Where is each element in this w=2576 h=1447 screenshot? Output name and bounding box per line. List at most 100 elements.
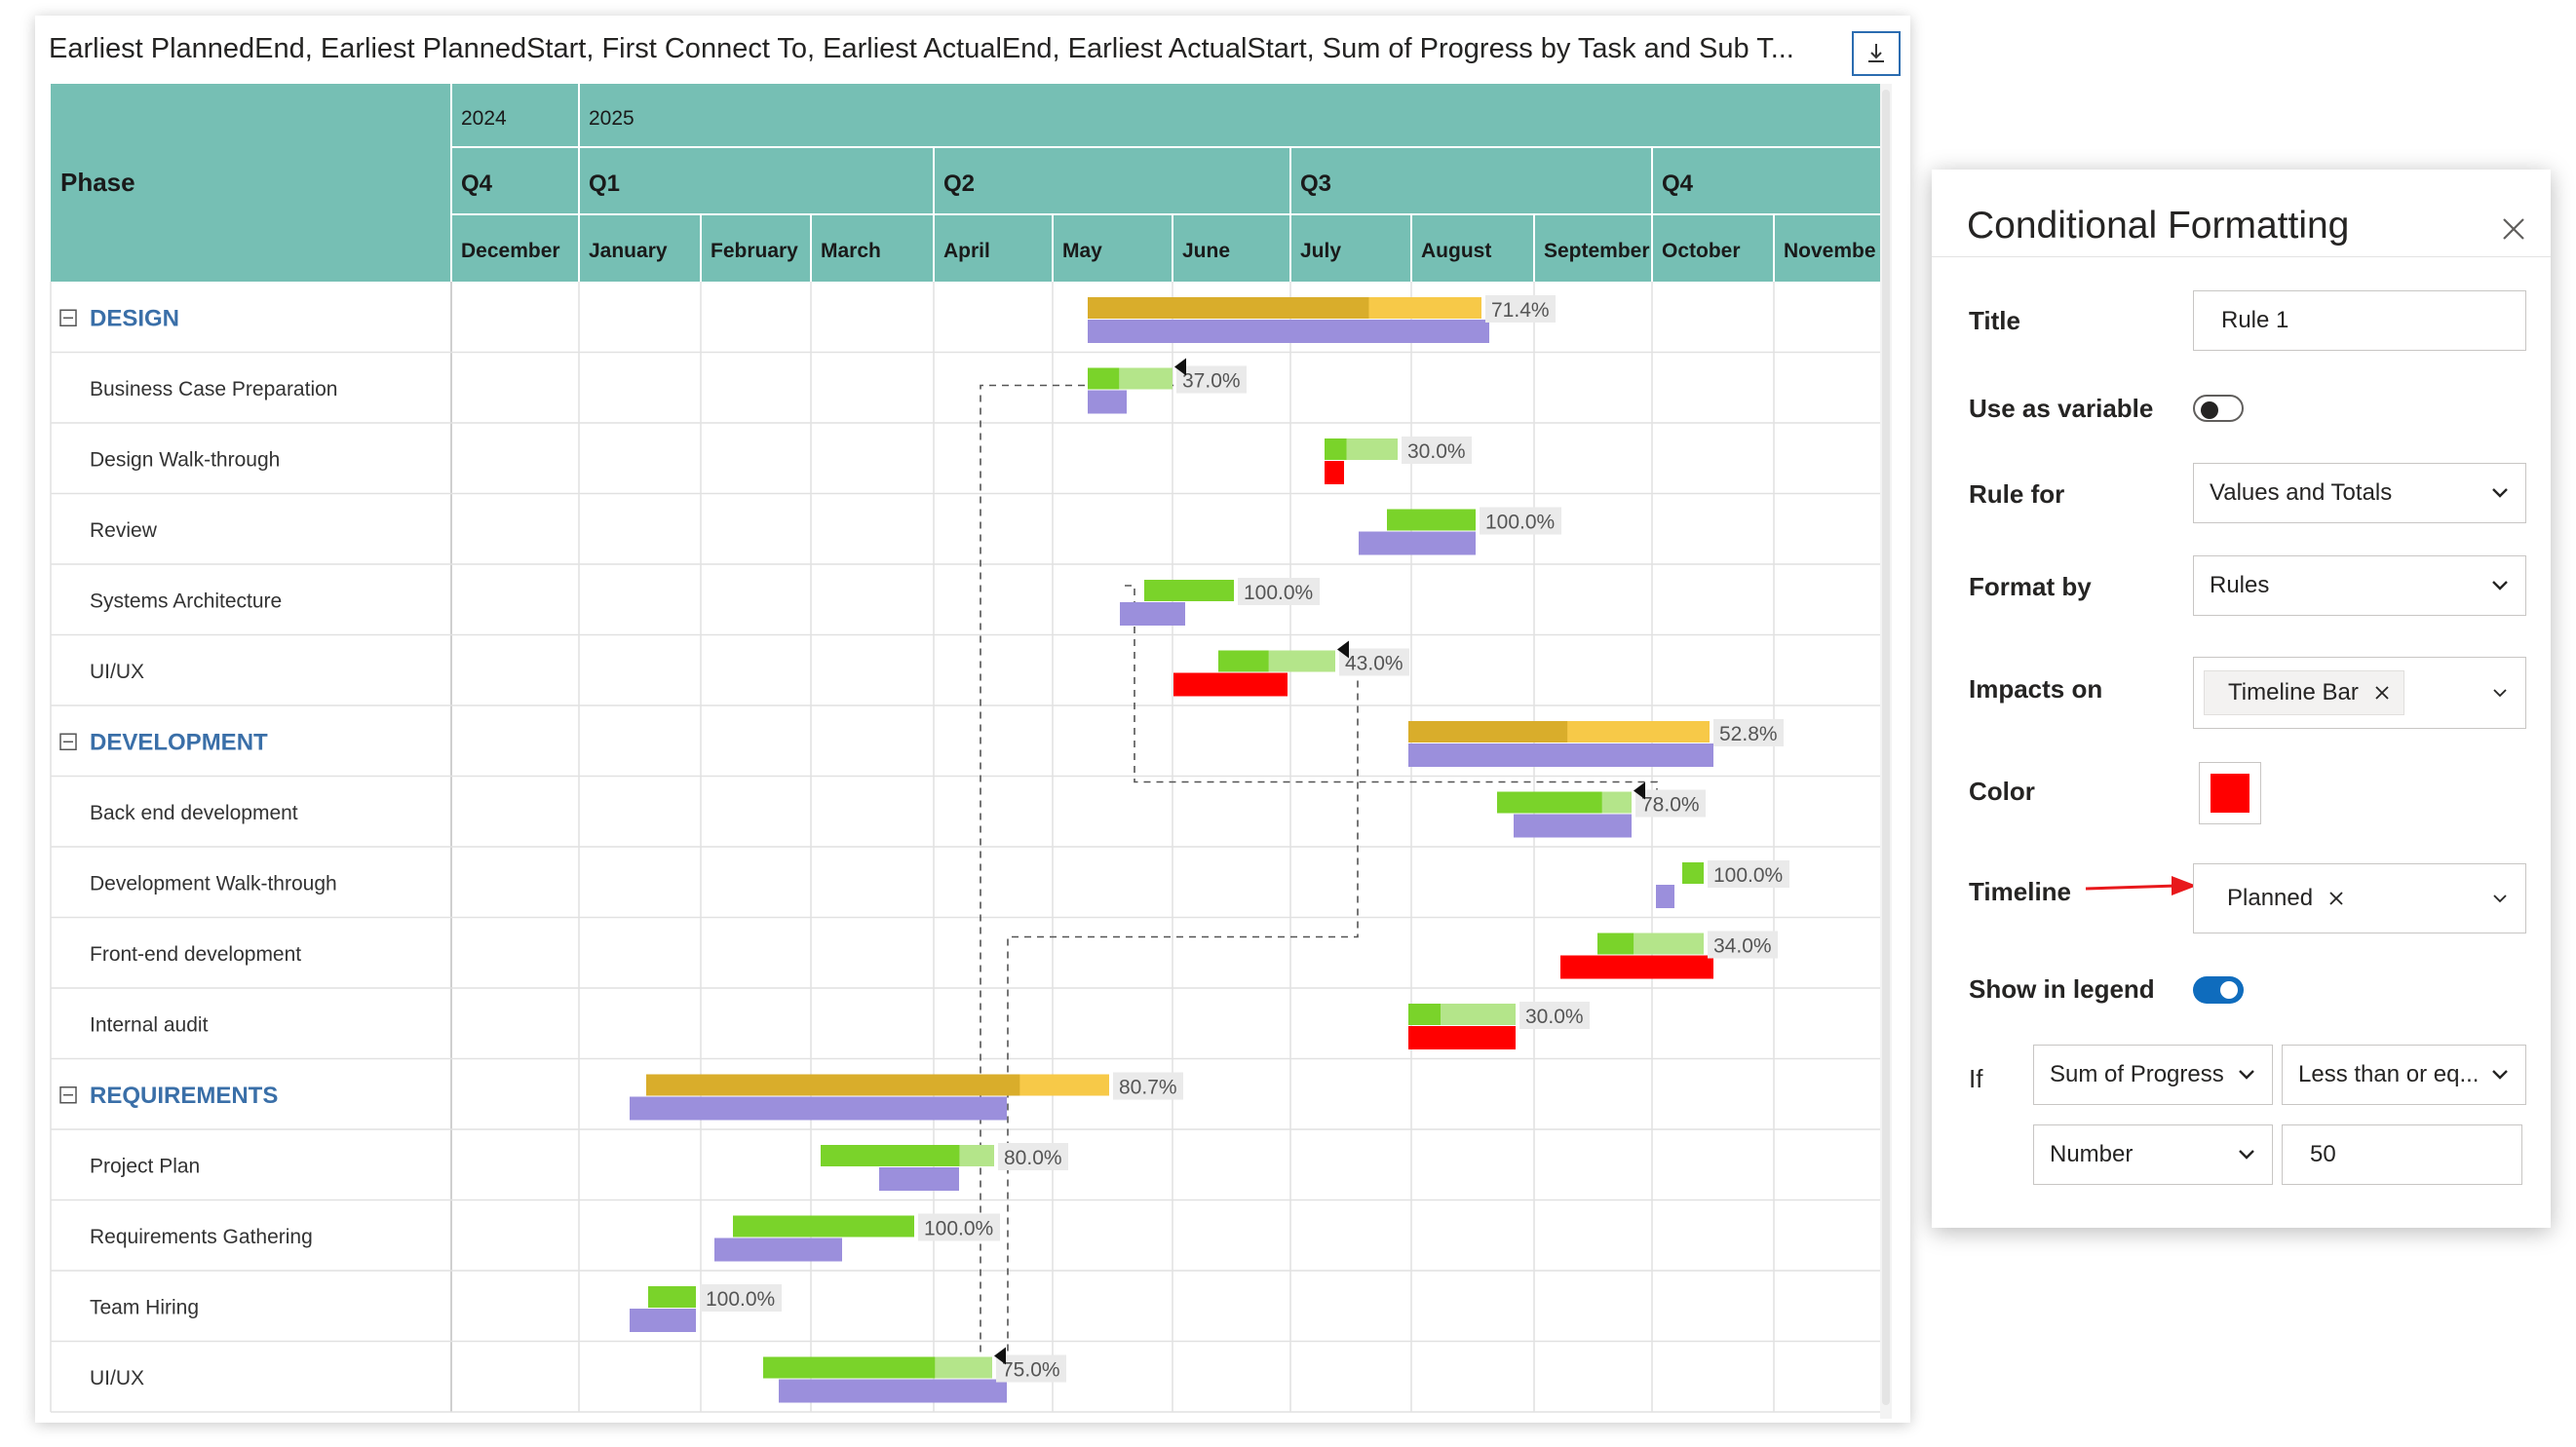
impacts-on-chip: Timeline Bar <box>2204 670 2404 715</box>
timeline-chip: Planned <box>2204 876 2359 921</box>
if-type-dropdown[interactable]: Number <box>2033 1124 2273 1185</box>
planned-bar <box>1088 390 1127 414</box>
month-label: April <box>943 240 990 262</box>
use-as-variable-toggle[interactable] <box>2193 395 2244 422</box>
if-value-input[interactable]: 50 <box>2282 1124 2522 1185</box>
if-value: 50 <box>2310 1141 2336 1167</box>
remove-chip-icon[interactable] <box>2326 889 2346 908</box>
timeline-label: Timeline <box>1969 877 2072 906</box>
quarter-label: Q1 <box>589 171 620 197</box>
timeline-dropdown[interactable]: Planned <box>2193 863 2526 933</box>
month-label: March <box>821 240 881 262</box>
progress-bar <box>1497 791 1602 814</box>
month-label: August <box>1421 240 1491 262</box>
panel-title: Conditional Formatting <box>1967 205 2350 247</box>
if-operator-dropdown[interactable]: Less than or eq... <box>2282 1045 2526 1105</box>
task-label: Systems Architecture <box>90 590 282 612</box>
rule-for-label: Rule for <box>1969 479 2065 509</box>
progress-label: 30.0% <box>1407 440 1466 463</box>
impacts-on-label: Impacts on <box>1969 674 2103 704</box>
close-icon[interactable] <box>2501 216 2526 242</box>
scrollbar-thumb[interactable] <box>1882 90 1890 1405</box>
quarter-label: Q2 <box>943 171 975 197</box>
chevron-down-icon <box>2239 1070 2254 1080</box>
title-input[interactable]: Rule 1 <box>2193 290 2526 351</box>
task-label: Team Hiring <box>90 1296 199 1318</box>
chevron-down-icon <box>2492 581 2508 590</box>
remove-chip-icon[interactable] <box>2372 683 2392 703</box>
year-label: 2024 <box>461 107 507 130</box>
rule-for-dropdown[interactable]: Values and Totals <box>2193 463 2526 523</box>
if-field-dropdown[interactable]: Sum of Progress <box>2033 1045 2273 1105</box>
rule-for-value: Values and Totals <box>2210 479 2393 506</box>
quarter-label: Q3 <box>1300 171 1331 197</box>
progress-label: 100.0% <box>706 1288 775 1311</box>
task-label: Development Walk-through <box>90 872 337 895</box>
gantt-visual: Earliest PlannedEnd, Earliest PlannedSta… <box>35 16 1910 1423</box>
planned-bar <box>1408 1026 1516 1049</box>
planned-bar <box>1088 320 1489 343</box>
planned-bar <box>779 1379 1007 1403</box>
progress-label: 100.0% <box>1485 512 1555 534</box>
progress-bar <box>1597 933 1634 955</box>
progress-label: 37.0% <box>1182 370 1241 393</box>
progress-label: 78.0% <box>1641 794 1700 817</box>
show-in-legend-toggle[interactable] <box>2193 976 2244 1004</box>
task-label: UI/UX <box>90 661 144 683</box>
month-label: May <box>1062 240 1102 262</box>
progress-bar <box>1218 650 1269 672</box>
format-by-dropdown[interactable]: Rules <box>2193 555 2526 616</box>
task-label: Back end development <box>90 802 298 824</box>
progress-bar <box>1088 367 1120 390</box>
format-by-label: Format by <box>1969 572 2092 601</box>
vertical-scrollbar[interactable] <box>1880 84 1892 1419</box>
progress-bar <box>821 1145 960 1166</box>
panel-header: Conditional Formatting <box>1932 170 2551 257</box>
progress-bar <box>1325 438 1347 460</box>
quarter-label: Q4 <box>1662 171 1694 197</box>
planned-bar <box>1120 602 1185 626</box>
task-label: Business Case Preparation <box>90 378 337 400</box>
progress-label: 43.0% <box>1345 653 1403 675</box>
color-swatch <box>2211 774 2249 813</box>
color-picker[interactable] <box>2199 762 2261 824</box>
if-label: If <box>1969 1064 1983 1093</box>
chevron-down-icon <box>2492 488 2508 498</box>
color-label: Color <box>1969 777 2035 806</box>
progress-label: 75.0% <box>1002 1359 1060 1382</box>
task-label: Requirements Gathering <box>90 1226 313 1248</box>
month-label: July <box>1300 240 1341 262</box>
gantt-chart: Phase 2024 2025 Q4 Q1 Q2 Q3 Q4 December January Fe… <box>50 84 1882 1413</box>
planned-bar <box>1173 672 1288 697</box>
planned-bar <box>1656 885 1674 908</box>
title-label: Title <box>1969 306 2020 335</box>
month-label: June <box>1182 240 1230 262</box>
month-label: January <box>589 240 668 262</box>
progress-label: 30.0% <box>1525 1006 1584 1028</box>
quarter-label: Q4 <box>461 171 493 197</box>
month-label: Novembe <box>1784 240 1876 262</box>
chevron-down-icon <box>2492 1070 2508 1080</box>
toggle-knob <box>2220 981 2238 999</box>
planned-bar <box>630 1309 696 1332</box>
timeline-value: Planned <box>2227 885 2314 911</box>
dependency-connector <box>980 384 1173 1408</box>
task-label: Project Plan <box>90 1155 200 1177</box>
planned-bar <box>1359 531 1476 555</box>
dependency-connector <box>1007 667 1359 1353</box>
planned-bar <box>879 1167 959 1191</box>
impacts-on-value: Timeline Bar <box>2228 679 2359 705</box>
progress-bar <box>1408 721 1568 743</box>
impacts-on-dropdown[interactable]: Timeline Bar <box>2193 657 2526 729</box>
planned-bar <box>714 1238 842 1262</box>
progress-bar <box>648 1286 696 1308</box>
task-label: Front-end development <box>90 943 301 966</box>
group-label: DESIGN <box>90 305 179 331</box>
progress-label: 80.7% <box>1119 1077 1177 1099</box>
title-input-value: Rule 1 <box>2221 307 2289 333</box>
planned-bar <box>1325 461 1344 484</box>
planned-bar <box>1408 743 1713 767</box>
month-label: February <box>711 240 798 262</box>
group-label: DEVELOPMENT <box>90 729 268 755</box>
progress-bar <box>1682 862 1704 884</box>
